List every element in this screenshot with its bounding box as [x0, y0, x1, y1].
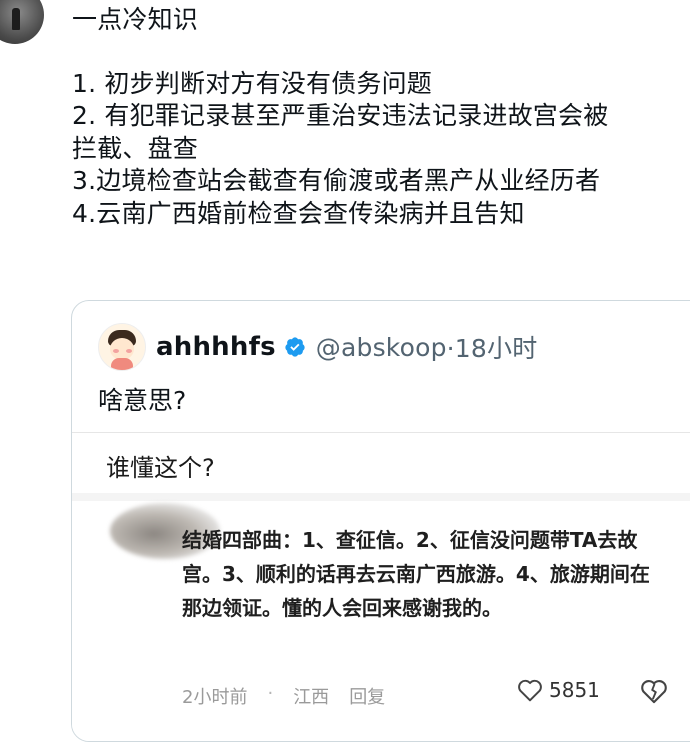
screenshot-comment: 结婚四部曲：1、查征信。2、征信没问题带TA去故宫。3、顺利的话再去云南广西旅游…: [182, 528, 650, 620]
tweet-line: 拦截、盘查: [72, 133, 199, 163]
quote-author-handle[interactable]: @abskoop: [316, 333, 447, 362]
quote-header: ahhhhfs @abskoop ·18小时: [98, 323, 537, 371]
quote-time: ·18小时: [446, 334, 538, 363]
screenshot-title: 谁懂这个?: [106, 454, 215, 482]
quote-avatar[interactable]: [98, 323, 146, 371]
quote-author-name[interactable]: ahhhhfs: [156, 332, 276, 362]
broken-heart-icon: [641, 680, 667, 704]
verified-badge-icon: [285, 337, 305, 357]
quote-text: 啥意思?: [98, 386, 187, 415]
screenshot-meta: 2小时前 · 江西 回复: [182, 683, 385, 709]
comment-time: 2小时前: [182, 687, 248, 708]
like-count: 5851: [517, 678, 600, 702]
comment-location: 江西: [293, 687, 330, 708]
attached-screenshot[interactable]: 谁懂这个? 结婚四部曲：1、查征信。2、征信没问题带TA去故宫。3、顺利的话再去…: [72, 432, 690, 741]
dislike-button: [640, 678, 668, 708]
quoted-tweet[interactable]: ahhhhfs @abskoop ·18小时 啥意思? 谁懂这个? 结婚四部曲：…: [71, 300, 690, 742]
meta-separator: ·: [267, 683, 274, 704]
reply-button: 回复: [349, 687, 386, 708]
tweet-line: 4.云南广西婚前检查会查传染病并且告知: [72, 198, 525, 228]
tweet-line: 1. 初步判断对方有没有债务问题: [72, 68, 433, 98]
like-number: 5851: [549, 678, 600, 702]
tweet-line: 一点冷知识: [72, 5, 199, 34]
screenshot-divider: [72, 493, 690, 501]
tweet-line: 3.边境检查站会截查有偷渡或者黑产从业经历者: [72, 166, 601, 195]
tweet-text: 一点冷知识 1. 初步判断对方有没有债务问题 2. 有犯罪记录甚至严重治安违法记…: [72, 4, 690, 230]
user-avatar[interactable]: [0, 0, 44, 44]
tweet-line: 2. 有犯罪记录甚至严重治安违法记录进故宫会被: [72, 101, 609, 130]
heart-icon: [518, 679, 542, 702]
